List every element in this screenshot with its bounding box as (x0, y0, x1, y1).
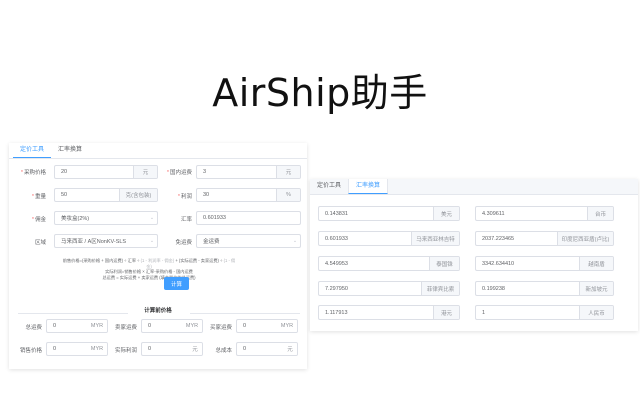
rate-input-thb[interactable]: 4.549953 泰国铢 (318, 256, 460, 271)
formula-description: 前售价格=(采购价格 + 国内运费) ÷ 汇率 ÷ (1 - 利润率 - 佣金)… (60, 258, 238, 280)
buyer-shipping-label: 买家运费 (209, 325, 232, 331)
profit-input[interactable]: 30 % (196, 188, 301, 202)
hero-title: AirShip助手 (212, 71, 428, 115)
seller-shipping-output[interactable]: 0 MYR (141, 319, 203, 333)
rate-input-php[interactable]: 7.297950 菲律宾比索 (318, 281, 460, 296)
calculate-button[interactable]: 计算 (164, 277, 189, 290)
tab-pricing-tool[interactable]: 定价工具 (13, 143, 52, 158)
region-label: 区域 (34, 240, 46, 246)
tab-bar: 定价工具 汇率换算 (9, 143, 307, 159)
chevron-down-icon: ⌄ (149, 215, 155, 221)
formula-line-total-shipping: 总运费 = 实际运费 + 卖家运费 (填充器价的总运费) (102, 274, 196, 280)
formula-line-sale-price: 前售价格=(采购价格 + 国内运费) ÷ 汇率 ÷ (1 - 利润率 - 佣金)… (62, 258, 236, 269)
total-cost-output[interactable]: 0 元 (236, 342, 298, 356)
tab-exchange-rate[interactable]: 汇率换算 (51, 143, 89, 158)
buyer-shipping-output[interactable]: 0 MYR (236, 319, 298, 333)
seller-shipping-label: 卖家运费 (114, 325, 137, 331)
actual-profit-label: 实际利润 (114, 348, 137, 354)
total-cost-label: 总成本 (215, 348, 232, 354)
free-shipping-select[interactable]: 金运费 ⌄ (196, 234, 301, 248)
domestic-shipping-input[interactable]: 3 元 (196, 165, 301, 179)
rate-input-idr[interactable]: 2037.223465 印度尼西亚盾(卢比) (475, 231, 614, 246)
weight-label: *重量 (31, 194, 46, 200)
purchase-price-label: *采购价格 (20, 170, 46, 176)
domestic-shipping-label: *国内运费 (166, 170, 192, 176)
sale-price-label: 销售价格 (19, 348, 42, 354)
divider (190, 313, 300, 314)
chevron-down-icon: ⌄ (292, 238, 298, 244)
rate-input-cny[interactable]: 1 人民币 (475, 305, 614, 320)
tab-pricing-tool[interactable]: 定价工具 (310, 179, 348, 194)
total-shipping-label: 总运费 (25, 325, 42, 331)
tab-bar: 定价工具 汇率换算 (310, 179, 638, 195)
profit-label: *利润 (177, 194, 192, 200)
actual-profit-output[interactable]: 0 元 (141, 342, 203, 356)
commission-select[interactable]: 美妆盒(2%) ⌄ (54, 211, 158, 225)
commission-label: *佣金 (31, 217, 46, 223)
rate-input-twd[interactable]: 4.309611 台币 (475, 206, 614, 221)
weight-input[interactable]: 50 克(含包装) (54, 188, 158, 202)
exchange-rate-input[interactable]: 0.601933 (196, 211, 301, 225)
free-shipping-label: 免运费 (175, 240, 192, 246)
total-shipping-output[interactable]: 0 MYR (46, 319, 108, 333)
rate-input-myr[interactable]: 0.601933 马来西亚林吉特 (318, 231, 460, 246)
rate-input-vnd[interactable]: 3342.634410 越南盾 (475, 256, 614, 271)
exchange-rate-label: 汇率 (180, 217, 192, 223)
rate-input-usd[interactable]: 0.143831 美元 (318, 206, 460, 221)
purchase-price-input[interactable]: 20 元 (54, 165, 158, 179)
rate-input-hkd[interactable]: 1.117913 港元 (318, 305, 460, 320)
chevron-down-icon: ⌄ (149, 238, 155, 244)
region-select[interactable]: 马来西亚 / A区NonKV-SLS ⌄ (54, 234, 158, 248)
tab-exchange-rate[interactable]: 汇率换算 (348, 179, 389, 194)
rate-input-sgd[interactable]: 0.199238 新加坡元 (475, 281, 614, 296)
sale-price-output[interactable]: 0 MYR (46, 342, 108, 356)
